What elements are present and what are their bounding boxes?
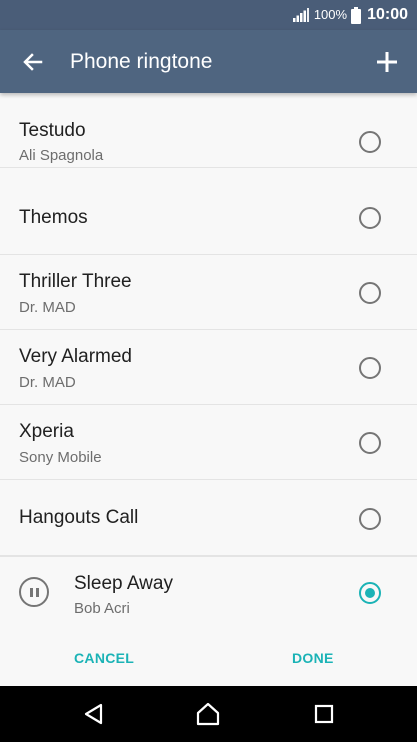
plus-icon	[371, 52, 403, 82]
app-toolbar: Phone ringtone	[0, 30, 417, 93]
nav-back-button[interactable]	[80, 700, 108, 728]
ringtone-list[interactable]: Testudo Ali Spagnola Themos Thriller Thr…	[0, 93, 417, 556]
done-button[interactable]: DONE	[292, 650, 334, 666]
ringtone-title: Thriller Three	[19, 271, 132, 292]
ringtone-row[interactable]: Xperia Sony Mobile	[0, 405, 417, 480]
status-indicators: 100% 10:00	[292, 0, 408, 30]
nav-recents-button[interactable]	[310, 700, 338, 728]
back-arrow-icon	[18, 53, 48, 81]
radio-button-unchecked[interactable]	[359, 508, 381, 530]
ringtone-artist: Bob Acri	[74, 600, 130, 617]
ringtone-title: Xperia	[19, 421, 74, 442]
ringtone-artist: Dr. MAD	[19, 374, 76, 391]
pause-button[interactable]	[19, 577, 49, 607]
back-button[interactable]	[18, 47, 48, 77]
ringtone-row[interactable]: Very Alarmed Dr. MAD	[0, 330, 417, 405]
ringtone-title: Themos	[19, 207, 88, 228]
ringtone-row[interactable]: Themos	[0, 180, 417, 255]
nav-home-icon	[194, 702, 222, 732]
ringtone-row[interactable]: Hangouts Call	[0, 481, 417, 556]
ringtone-title: Testudo	[19, 120, 86, 141]
radio-button-unchecked[interactable]	[359, 207, 381, 229]
ringtone-artist: Sony Mobile	[19, 449, 102, 466]
battery-percent: 100%	[313, 7, 348, 22]
nav-home-button[interactable]	[194, 700, 222, 728]
radio-dot	[365, 588, 375, 598]
battery-icon	[351, 6, 362, 24]
radio-button-unchecked[interactable]	[359, 131, 381, 153]
dialog-actions: CANCEL DONE	[0, 631, 417, 686]
ringtone-artist: Ali Spagnola	[19, 147, 104, 164]
add-ringtone-button[interactable]	[371, 46, 403, 78]
ringtone-row[interactable]: Testudo Ali Spagnola	[0, 93, 417, 168]
selected-ringtone-row[interactable]: Sleep Away Bob Acri	[0, 556, 417, 631]
cancel-button[interactable]: CANCEL	[74, 650, 134, 666]
ringtone-title: Sleep Away	[74, 573, 173, 594]
radio-button-unchecked[interactable]	[359, 357, 381, 379]
ringtone-row[interactable]: Thriller Three Dr. MAD	[0, 255, 417, 330]
radio-button-unchecked[interactable]	[359, 432, 381, 454]
page-title: Phone ringtone	[70, 50, 213, 73]
clock: 10:00	[367, 6, 408, 23]
radio-button-unchecked[interactable]	[359, 282, 381, 304]
navigation-bar	[0, 686, 417, 742]
nav-back-icon	[80, 703, 108, 732]
status-bar: 100% 10:00	[0, 0, 417, 30]
radio-button-checked[interactable]	[359, 582, 381, 604]
signal-icon	[292, 8, 309, 22]
ringtone-artist: Dr. MAD	[19, 299, 76, 316]
ringtone-title: Hangouts Call	[19, 507, 139, 528]
ringtone-title: Very Alarmed	[19, 346, 132, 367]
nav-recents-icon	[310, 704, 338, 732]
